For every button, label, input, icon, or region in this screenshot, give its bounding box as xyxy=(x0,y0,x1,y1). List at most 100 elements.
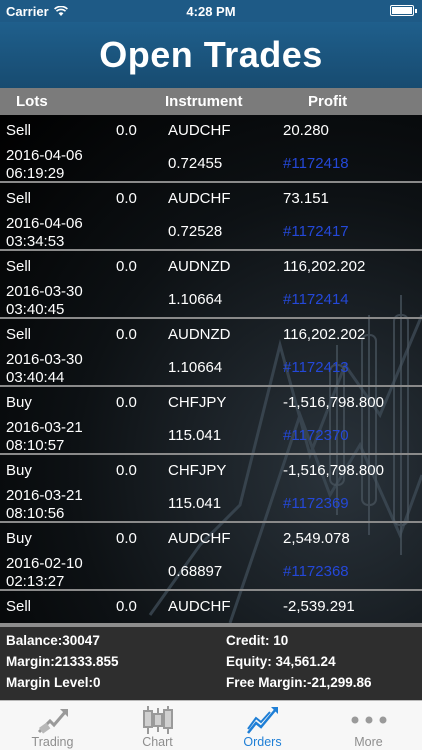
trade-instrument: AUDNZD xyxy=(168,326,231,343)
trade-row[interactable]: Sell 0.0 AUDCHF 73.151 2016-04-06 03:34:5… xyxy=(0,183,422,251)
trade-time: 08:10:57 xyxy=(6,437,65,454)
trade-row[interactable]: Buy 0.0 CHFJPY -1,516,798.800 2016-03-21… xyxy=(0,387,422,455)
balance-label: Balance: xyxy=(6,633,63,648)
trade-date: 2016-03-30 xyxy=(6,351,83,368)
trade-instrument: AUDCHF xyxy=(168,190,231,207)
tab-more[interactable]: More xyxy=(315,701,422,750)
trade-datetime: 2016-03-30 03:40:44 xyxy=(6,351,83,387)
equity-value: 34,561.24 xyxy=(275,654,336,669)
trade-datetime: 2016-03-30 03:40:45 xyxy=(6,283,83,319)
credit-stat: Credit: 10 xyxy=(226,633,288,648)
trade-price: 115.041 xyxy=(168,427,222,444)
trade-type: Buy xyxy=(6,394,32,411)
trade-time: 08:10:56 xyxy=(6,505,65,522)
trade-instrument: CHFJPY xyxy=(168,462,227,479)
margin-value: 21333.855 xyxy=(54,654,119,669)
trade-ticket[interactable]: #1172414 xyxy=(283,291,349,308)
free-margin-value: -21,299.86 xyxy=(307,675,372,690)
trade-ticket[interactable]: #1172370 xyxy=(283,427,349,444)
trade-price: 1.10664 xyxy=(168,359,223,376)
trade-lots: 0.0 xyxy=(116,258,137,275)
trade-profit: -1,516,798.800 xyxy=(283,394,384,411)
trade-date: 2016-04-06 xyxy=(6,147,83,164)
trade-ticket[interactable]: #1172368 xyxy=(283,563,349,580)
trade-price: 0.72528 xyxy=(168,223,223,240)
tab-chart[interactable]: Chart xyxy=(105,701,210,750)
trade-time: 03:34:53 xyxy=(6,233,65,250)
equity-label: Equity: xyxy=(226,654,272,669)
candlestick-icon xyxy=(142,706,173,734)
credit-label: Credit: xyxy=(226,633,270,648)
trade-type: Buy xyxy=(6,530,32,547)
tab-trading[interactable]: Trading xyxy=(0,701,105,750)
trade-date: 2016-03-30 xyxy=(6,283,83,300)
column-header-lots: Lots xyxy=(16,93,48,110)
trade-datetime: 2016-04-06 06:19:29 xyxy=(6,147,83,183)
trade-row[interactable]: Sell 0.0 AUDCHF 20.280 2016-04-06 06:19:2… xyxy=(0,115,422,183)
margin-stat: Margin:21333.855 xyxy=(6,654,119,669)
trading-icon xyxy=(37,709,68,734)
trade-lots: 0.0 xyxy=(116,462,137,479)
trade-instrument: AUDNZD xyxy=(168,258,231,275)
trade-date: 2016-03-21 xyxy=(6,419,83,436)
trade-datetime: 2016-02-10 02:13:27 xyxy=(6,555,83,591)
trade-profit: 116,202.202 xyxy=(283,326,366,343)
trade-time: 03:40:44 xyxy=(6,369,65,386)
trade-datetime: 2016-03-21 08:10:56 xyxy=(6,487,83,523)
tab-label: Trading xyxy=(31,735,74,749)
trade-type: Sell xyxy=(6,122,32,139)
trade-lots: 0.0 xyxy=(116,530,137,547)
trade-date: 2016-04-06 xyxy=(6,215,83,232)
balance-stat: Balance:30047 xyxy=(6,633,100,648)
trade-profit: -1,516,798.800 xyxy=(283,462,384,479)
margin-level-value: 0 xyxy=(93,675,101,690)
trade-profit: 2,549.078 xyxy=(283,530,350,547)
trade-ticket[interactable]: #1172413 xyxy=(283,359,349,376)
trade-ticket[interactable]: #1172417 xyxy=(283,223,349,240)
trade-time: 02:13:27 xyxy=(6,573,65,590)
trade-ticket[interactable]: #1172418 xyxy=(283,155,349,172)
account-summary: Balance:30047 Credit: 10 Margin:21333.85… xyxy=(0,623,422,700)
trade-lots: 0.0 xyxy=(116,326,137,343)
trade-datetime: 2016-04-06 03:34:53 xyxy=(6,215,83,251)
trade-lots: 0.0 xyxy=(116,394,137,411)
tab-bar: Trading Chart Orders More xyxy=(0,700,422,750)
free-margin-stat: Free Margin:-21,299.86 xyxy=(226,675,372,690)
column-header-profit: Profit xyxy=(308,93,348,110)
trade-type: Buy xyxy=(6,462,32,479)
trade-date: 2016-03-21 xyxy=(6,487,83,504)
equity-stat: Equity: 34,561.24 xyxy=(226,654,336,669)
orders-chart-icon xyxy=(246,707,278,734)
trade-profit: 20.280 xyxy=(283,122,329,139)
title-bar: Open Trades xyxy=(0,22,422,88)
trades-list[interactable]: Sell 0.0 AUDCHF 20.280 2016-04-06 06:19:2… xyxy=(0,115,422,623)
status-bar: Carrier 4:28 PM xyxy=(0,0,422,22)
trade-row[interactable]: Sell 0.0 AUDNZD 116,202.202 2016-03-30 03… xyxy=(0,319,422,387)
trade-lots: 0.0 xyxy=(116,598,137,615)
tab-label: Orders xyxy=(243,735,282,749)
free-margin-label: Free Margin: xyxy=(226,675,308,690)
page-title: Open Trades xyxy=(99,34,323,75)
trade-instrument: AUDCHF xyxy=(168,122,231,139)
trade-row[interactable]: Buy 0.0 CHFJPY -1,516,798.800 2016-03-21… xyxy=(0,455,422,523)
margin-level-stat: Margin Level:0 xyxy=(6,675,101,690)
trade-price: 0.72455 xyxy=(168,155,223,172)
tab-label: Chart xyxy=(142,735,173,749)
trade-date: 2016-02-10 xyxy=(6,555,83,572)
trade-ticket[interactable]: #1172369 xyxy=(283,495,349,512)
trade-row[interactable]: Sell 0.0 AUDNZD 116,202.202 2016-03-30 03… xyxy=(0,251,422,319)
column-header-row: Lots Instrument Profit xyxy=(0,88,422,115)
trade-price: 1.10664 xyxy=(168,291,223,308)
trade-row[interactable]: Buy 0.0 AUDCHF 2,549.078 2016-02-10 02:13… xyxy=(0,523,422,591)
battery-icon xyxy=(390,5,417,16)
balance-value: 30047 xyxy=(62,633,100,648)
tab-label: More xyxy=(354,735,383,749)
more-dots-icon xyxy=(351,716,386,724)
trade-type: Sell xyxy=(6,326,32,343)
trade-row[interactable]: Sell 0.0 AUDCHF -2,539.291 xyxy=(0,591,422,623)
trade-lots: 0.0 xyxy=(116,122,137,139)
trade-lots: 0.0 xyxy=(116,190,137,207)
tab-orders[interactable]: Orders xyxy=(210,701,315,750)
trade-time: 03:40:45 xyxy=(6,301,65,318)
trade-instrument: AUDCHF xyxy=(168,598,231,615)
